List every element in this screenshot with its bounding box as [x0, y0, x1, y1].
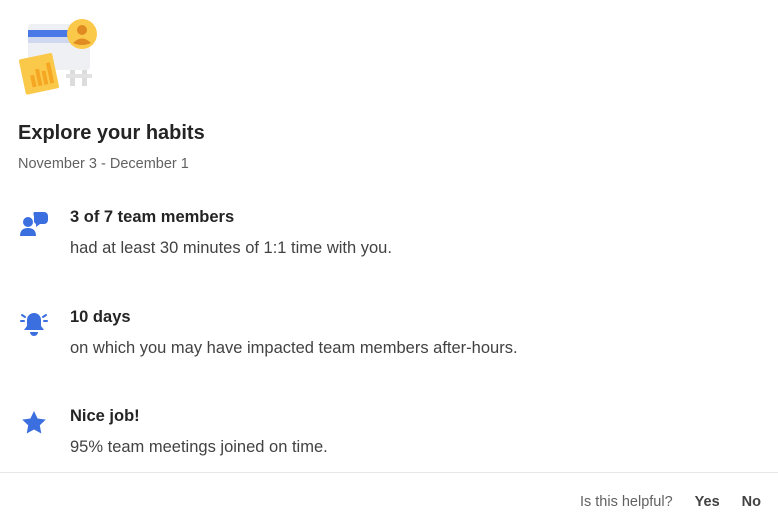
insight-detail: had at least 30 minutes of 1:1 time with… — [70, 239, 392, 257]
insight-headline: 3 of 7 team members — [70, 208, 235, 226]
insight-detail: on which you may have impacted team memb… — [70, 339, 518, 357]
feedback-question: Is this helpful? — [579, 494, 673, 510]
habits-card: Explore your habits November 3 - Decembe… — [0, 0, 778, 530]
footer-divider — [0, 472, 778, 473]
card-title: Explore your habits — [18, 122, 205, 144]
analytics-illustration-icon — [18, 19, 97, 95]
feedback-yes-button[interactable]: Yes — [695, 494, 720, 510]
insight-headline: 10 days — [70, 308, 131, 326]
feedback-bar: Is this helpful? Yes No — [580, 494, 761, 510]
insight-one-on-one: 3 of 7 team members had at least 30 minu… — [18, 208, 758, 268]
star-icon — [22, 411, 46, 434]
insight-meetings-on-time: Nice job! 95% team meetings joined on ti… — [18, 407, 758, 467]
alert-bell-icon — [20, 313, 48, 336]
insight-after-hours: 10 days on which you may have impacted t… — [18, 308, 758, 368]
date-range: November 3 - December 1 — [18, 156, 189, 172]
feedback-no-button[interactable]: No — [742, 494, 761, 510]
insight-detail: 95% team meetings joined on time. — [70, 438, 328, 456]
people-chat-icon — [20, 212, 48, 236]
insight-headline: Nice job! — [70, 407, 140, 425]
